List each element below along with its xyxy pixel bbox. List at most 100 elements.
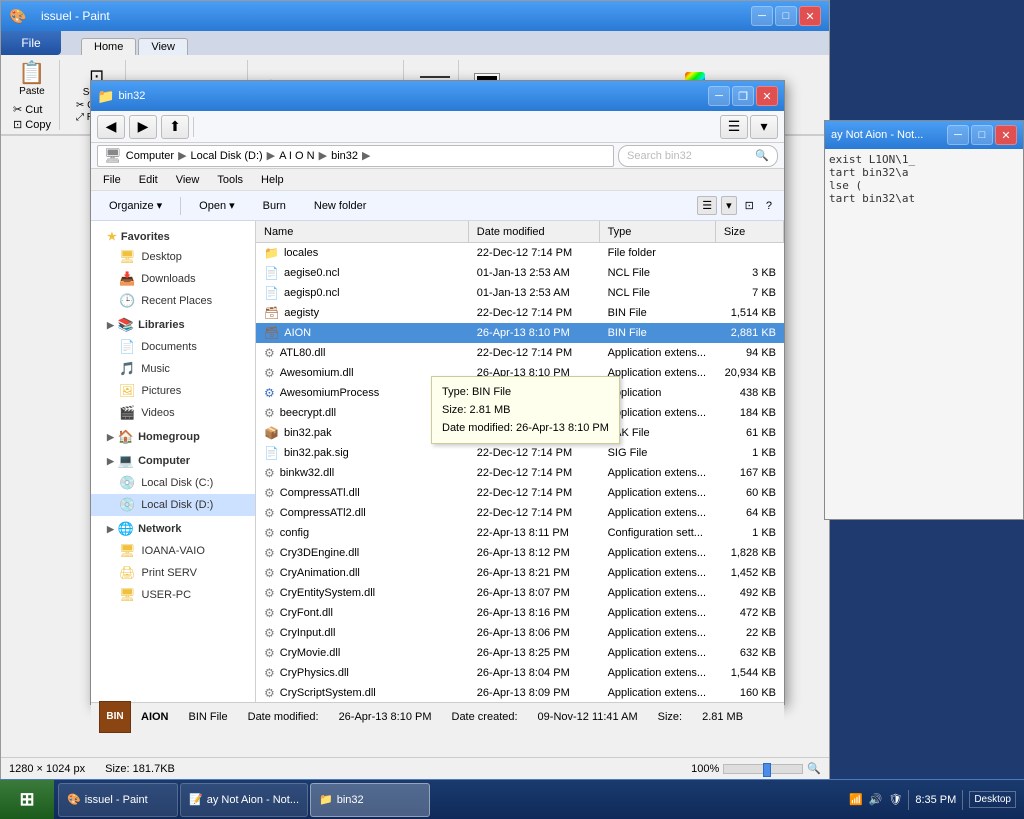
nav-print[interactable]: 🖨 Print SERV: [91, 562, 255, 584]
file-row[interactable]: ⚙ CryMovie.dll 26-Apr-13 8:25 PM Applica…: [256, 643, 784, 663]
file-row[interactable]: 📄 bin32.pak.sig 22-Dec-12 7:14 PM SIG Fi…: [256, 443, 784, 463]
file-name-text: CryFont.dll: [280, 607, 333, 619]
address-search[interactable]: Search bin32 🔍: [618, 145, 778, 167]
menu-edit[interactable]: Edit: [131, 172, 166, 188]
file-type-icon: ⚙: [264, 346, 275, 360]
file-cell-size: 61 KB: [716, 423, 784, 442]
homegroup-header[interactable]: ▶ 🏠 Homegroup: [91, 426, 255, 448]
file-row[interactable]: 📄 aegise0.ncl 01-Jan-13 2:53 AM NCL File…: [256, 263, 784, 283]
file-row[interactable]: ⚙ CompressATl2.dll 22-Dec-12 7:14 PM App…: [256, 503, 784, 523]
file-row[interactable]: 📄 aegisp0.ncl 01-Jan-13 2:53 AM NCL File…: [256, 283, 784, 303]
file-row[interactable]: 🗃 aegisty 22-Dec-12 7:14 PM BIN File 1,5…: [256, 303, 784, 323]
nav-local-d[interactable]: 💿 Local Disk (D:): [91, 494, 255, 516]
paste-btn[interactable]: 📋 Paste: [16, 58, 47, 99]
nav-documents[interactable]: 📄 Documents: [91, 336, 255, 358]
back-btn[interactable]: ◀: [97, 115, 125, 139]
size-1[interactable]: [420, 76, 450, 78]
libraries-header[interactable]: ▶ 📚 Libraries: [91, 314, 255, 336]
nav-music[interactable]: 🎵 Music: [91, 358, 255, 380]
file-row[interactable]: 📁 locales 22-Dec-12 7:14 PM File folder: [256, 243, 784, 263]
zoom-slider[interactable]: [723, 764, 803, 774]
paint-tab-view[interactable]: View: [138, 38, 188, 55]
file-row[interactable]: ⚙ CompressATl.dll 22-Dec-12 7:14 PM Appl…: [256, 483, 784, 503]
paint-minimize-btn[interactable]: ─: [751, 6, 773, 26]
nav-downloads[interactable]: 📥 Downloads: [91, 268, 255, 290]
col-type-header[interactable]: Type: [600, 221, 716, 242]
menu-help[interactable]: Help: [253, 172, 292, 188]
address-segment-bin32[interactable]: bin32: [331, 150, 358, 162]
address-segment-aion[interactable]: A I O N: [279, 150, 314, 162]
cut-btn[interactable]: ✂ Cut: [13, 103, 51, 116]
notepad-minimize-btn[interactable]: ─: [947, 125, 969, 145]
preview-pane-btn[interactable]: ⊡: [741, 197, 758, 214]
view-sort-btn[interactable]: ▾: [750, 115, 778, 139]
notepad-maximize-btn[interactable]: □: [971, 125, 993, 145]
file-cell-name: 🗃 aegisty: [256, 303, 469, 322]
file-name-text: CompressATl.dll: [280, 487, 360, 499]
file-row[interactable]: ⚙ CryAnimation.dll 26-Apr-13 8:21 PM App…: [256, 563, 784, 583]
tooltip-date-line: Date modified: 26-Apr-13 8:10 PM: [442, 419, 609, 437]
file-list[interactable]: 📁 locales 22-Dec-12 7:14 PM File folder …: [256, 243, 784, 702]
organize-label: Organize: [109, 200, 154, 212]
menu-file[interactable]: File: [95, 172, 129, 188]
file-cell-size: 3 KB: [716, 263, 784, 282]
file-cell-date: 22-Dec-12 7:14 PM: [469, 483, 600, 502]
explorer-minimize-btn[interactable]: ─: [708, 86, 730, 106]
explorer-window-controls: ─ ❐ ✕: [708, 86, 778, 106]
user-pc-label: USER-PC: [142, 589, 192, 601]
file-cell-size: 472 KB: [716, 603, 784, 622]
address-path[interactable]: 🖥 Computer ▶ Local Disk (D:) ▶ A I O N ▶…: [97, 145, 614, 167]
computer-header[interactable]: ▶ 💻 Computer: [91, 450, 255, 472]
details-view-btn[interactable]: ▾: [721, 196, 737, 215]
col-date-header[interactable]: Date modified: [469, 221, 600, 242]
file-row[interactable]: ⚙ Cry3DEngine.dll 26-Apr-13 8:12 PM Appl…: [256, 543, 784, 563]
nav-recent[interactable]: 🕒 Recent Places: [91, 290, 255, 312]
up-btn[interactable]: ⬆: [161, 115, 189, 139]
paint-close-btn[interactable]: ✕: [799, 6, 821, 26]
new-folder-btn[interactable]: New folder: [304, 198, 377, 214]
file-row[interactable]: ⚙ config 22-Apr-13 8:11 PM Configuration…: [256, 523, 784, 543]
open-btn[interactable]: Open ▾: [189, 197, 244, 214]
file-row[interactable]: ⚙ CryFont.dll 26-Apr-13 8:16 PM Applicat…: [256, 603, 784, 623]
address-segment-drive[interactable]: Local Disk (D:): [191, 150, 263, 162]
address-bar: 🖥 Computer ▶ Local Disk (D:) ▶ A I O N ▶…: [91, 143, 784, 169]
file-row[interactable]: 🗃 AION 26-Apr-13 8:10 PM BIN File 2,881 …: [256, 323, 784, 343]
organize-btn[interactable]: Organize ▾: [99, 197, 172, 214]
network-header[interactable]: ▶ 🌐 Network: [91, 518, 255, 540]
forward-btn[interactable]: ▶: [129, 115, 157, 139]
nav-ioana[interactable]: 🖥 IOANA-VAIO: [91, 540, 255, 562]
help-btn[interactable]: ?: [762, 198, 776, 214]
file-type-icon: ⚙: [264, 366, 275, 380]
file-row[interactable]: ⚙ binkw32.dll 22-Dec-12 7:14 PM Applicat…: [256, 463, 784, 483]
view-change-btn[interactable]: ☰: [720, 115, 748, 139]
file-cell-type: Application extens...: [600, 343, 716, 362]
address-segment-computer[interactable]: Computer: [126, 150, 174, 162]
file-row[interactable]: ⚙ CryEntitySystem.dll 26-Apr-13 8:07 PM …: [256, 583, 784, 603]
file-row[interactable]: ⚙ CryInput.dll 26-Apr-13 8:06 PM Applica…: [256, 623, 784, 643]
file-row[interactable]: ⚙ CryPhysics.dll 26-Apr-13 8:04 PM Appli…: [256, 663, 784, 683]
nav-videos[interactable]: 🎬 Videos: [91, 402, 255, 424]
paint-tab-home[interactable]: Home: [81, 38, 136, 55]
nav-user-pc[interactable]: 🖥 USER-PC: [91, 584, 255, 606]
menu-tools[interactable]: Tools: [209, 172, 251, 188]
nav-local-c[interactable]: 💿 Local Disk (C:): [91, 472, 255, 494]
favorites-header[interactable]: ★ Favorites: [91, 227, 255, 246]
menu-view[interactable]: View: [168, 172, 208, 188]
col-size-header[interactable]: Size: [716, 221, 784, 242]
explorer-restore-btn[interactable]: ❐: [732, 86, 754, 106]
file-row[interactable]: ⚙ ATL80.dll 22-Dec-12 7:14 PM Applicatio…: [256, 343, 784, 363]
nav-pictures[interactable]: 🖼 Pictures: [91, 380, 255, 402]
explorer-close-btn[interactable]: ✕: [756, 86, 778, 106]
col-name-header[interactable]: Name: [256, 221, 469, 242]
file-cell-type: Application extens...: [600, 563, 716, 582]
file-row[interactable]: ⚙ CryScriptSystem.dll 26-Apr-13 8:09 PM …: [256, 683, 784, 702]
tooltip-date-value: 26-Apr-13 8:10 PM: [516, 422, 609, 434]
paint-file-btn[interactable]: File: [1, 31, 61, 55]
paint-maximize-btn[interactable]: □: [775, 6, 797, 26]
status-size-label: Size:: [658, 711, 682, 723]
notepad-close-btn[interactable]: ✕: [995, 125, 1017, 145]
burn-btn[interactable]: Burn: [253, 198, 296, 214]
copy-btn[interactable]: ⊡ Copy: [13, 118, 51, 131]
list-view-btn[interactable]: ☰: [697, 196, 717, 215]
nav-desktop[interactable]: 🖥 Desktop: [91, 246, 255, 268]
